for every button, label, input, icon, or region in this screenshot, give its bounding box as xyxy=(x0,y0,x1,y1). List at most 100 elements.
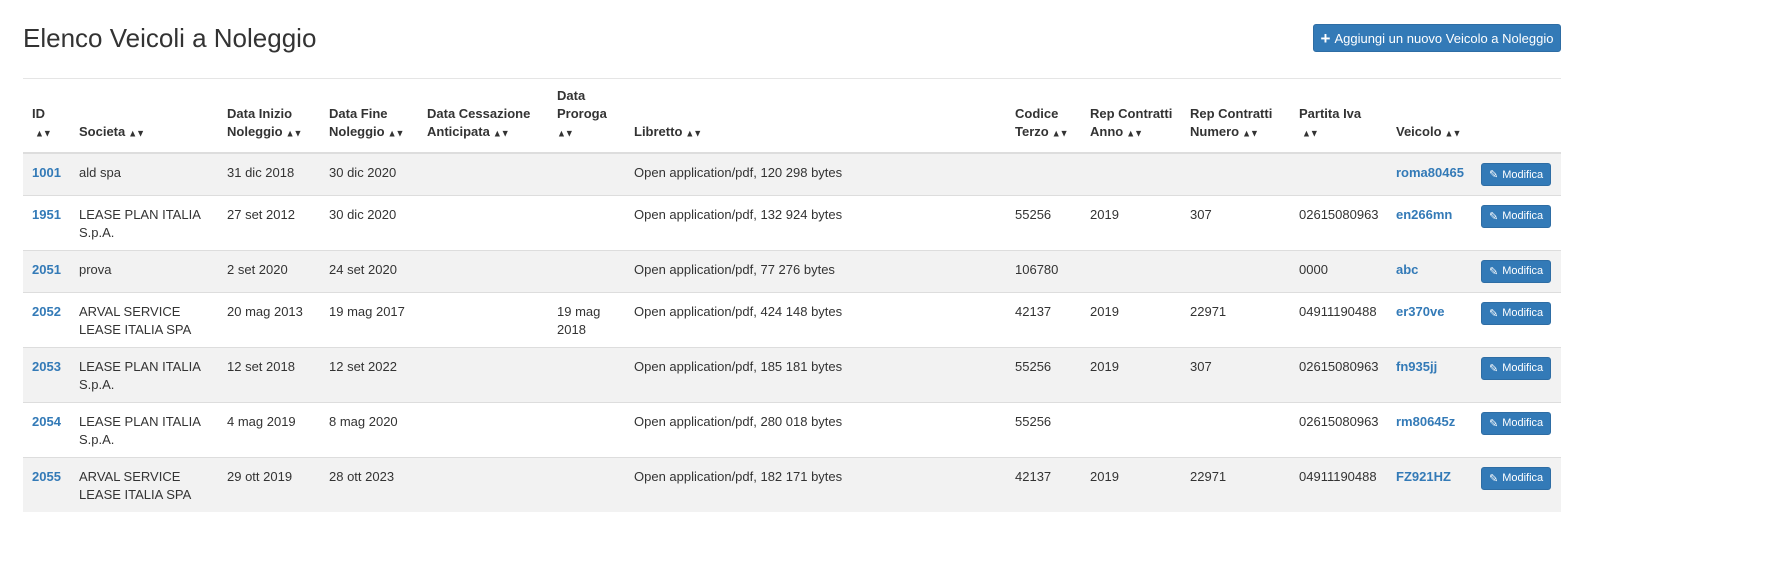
cell-data-proroga xyxy=(548,401,625,457)
edit-button[interactable]: ✎ Modifica xyxy=(1481,259,1552,283)
col-header-partita-iva[interactable]: Partita Iva ▲▼ xyxy=(1290,86,1387,154)
col-header-label: Data Inizio xyxy=(227,106,293,121)
edit-button[interactable]: ✎ Modifica xyxy=(1481,163,1552,186)
cell-veicolo: en266mn xyxy=(1387,194,1472,250)
sort-icon: ▲▼ xyxy=(492,127,510,139)
cell-veicolo: er370ve xyxy=(1387,291,1472,347)
col-header-label: Anticipata xyxy=(427,124,490,139)
societa-text: LEASE ITALIA SPA xyxy=(79,321,192,337)
title-divider xyxy=(23,78,1561,79)
col-header-id[interactable]: ID ▲▼ xyxy=(23,86,70,154)
col-header-label: Rep Contratti xyxy=(1190,106,1273,121)
vehicle-link[interactable]: rm80645z xyxy=(1396,414,1455,429)
table-row: 2051 prova 2 set 2020 24 set 2020 Open appli… xyxy=(23,249,1561,292)
vehicle-link[interactable]: roma80465 xyxy=(1396,165,1464,180)
cell-data-inizio: 31 dic 2018 xyxy=(218,152,320,195)
cell-rep-numero xyxy=(1181,249,1290,292)
cell-data-proroga xyxy=(548,249,625,292)
cell-veicolo: rm80645z xyxy=(1387,401,1472,457)
col-header-data-cessazione[interactable]: Data Cessazione Anticipata ▲▼ xyxy=(418,86,548,154)
record-id-link[interactable]: 2051 xyxy=(32,262,61,277)
edit-button[interactable]: ✎ Modifica xyxy=(1481,411,1552,435)
record-id-link[interactable]: 2053 xyxy=(32,359,61,374)
vehicle-link[interactable]: abc xyxy=(1396,262,1418,277)
col-header-label: Rep Contratti xyxy=(1090,106,1173,121)
vehicle-link[interactable]: en266mn xyxy=(1396,207,1452,222)
cell-data-cessazione xyxy=(418,401,548,457)
cell-actions: ✎ Modifica xyxy=(1472,401,1561,457)
edit-button[interactable]: ✎ Modifica xyxy=(1481,356,1552,380)
cell-data-inizio: 2 set 2020 xyxy=(218,249,320,292)
cell-rep-numero xyxy=(1181,152,1290,195)
vehicle-link[interactable]: er370ve xyxy=(1396,304,1444,319)
cell-data-fine: 30 dic 2020 xyxy=(320,194,418,250)
cell-data-fine: 19 mag 2017 xyxy=(320,291,418,347)
edit-button-label: Modifica xyxy=(1502,265,1544,277)
cell-libretto: Open application/pdf, 424 148 bytes xyxy=(625,291,1006,347)
page: Elenco Veicoli a Noleggio + Aggiungi un … xyxy=(0,0,1783,586)
sort-icon: ▲▼ xyxy=(1242,127,1259,139)
cell-actions: ✎ Modifica xyxy=(1472,194,1561,250)
proroga-text: 2018 xyxy=(557,321,586,337)
cell-libretto: Open application/pdf, 120 298 bytes xyxy=(625,152,1006,195)
edit-button[interactable]: ✎ Modifica xyxy=(1481,466,1552,490)
plus-icon: + xyxy=(1320,28,1331,48)
cell-id: 1001 xyxy=(23,152,70,195)
col-header-veicolo[interactable]: Veicolo ▲▼ xyxy=(1387,86,1472,154)
cell-partita-iva: 04911190488 xyxy=(1290,456,1387,512)
cell-libretto: Open application/pdf, 132 924 bytes xyxy=(625,194,1006,250)
record-id-link[interactable]: 1951 xyxy=(32,207,61,222)
societa-text: ARVAL SERVICE xyxy=(79,303,181,319)
col-header-data-fine[interactable]: Data Fine Noleggio ▲▼ xyxy=(320,86,418,154)
societa-text: LEASE ITALIA SPA xyxy=(79,486,192,502)
cell-data-proroga xyxy=(548,194,625,250)
cell-societa: ald spa xyxy=(70,152,218,195)
col-header-label: Proroga xyxy=(557,106,607,121)
table-row: 1001 ald spa 31 dic 2018 30 dic 2020 Open ap… xyxy=(23,152,1561,195)
cell-data-inizio: 29 ott 2019 xyxy=(218,456,320,512)
cell-data-proroga: 19 mag 2018 xyxy=(548,291,625,347)
cell-veicolo: roma80465 xyxy=(1387,152,1472,195)
cell-data-fine: 28 ott 2023 xyxy=(320,456,418,512)
col-header-codice-terzo[interactable]: Codice Terzo ▲▼ xyxy=(1006,86,1081,154)
cell-codice-terzo: 55256 xyxy=(1006,346,1081,402)
col-header-societa[interactable]: Societa ▲▼ xyxy=(70,86,218,154)
cell-codice-terzo: 42137 xyxy=(1006,456,1081,512)
cell-rep-numero: 22971 xyxy=(1181,291,1290,347)
cell-data-cessazione xyxy=(418,249,548,292)
edit-button[interactable]: ✎ Modifica xyxy=(1481,204,1552,228)
cell-rep-anno: 2019 xyxy=(1081,194,1181,250)
col-header-libretto[interactable]: Libretto ▲▼ xyxy=(625,86,1006,154)
cell-data-proroga xyxy=(548,152,625,195)
vehicle-link[interactable]: fn935jj xyxy=(1396,359,1437,374)
record-id-link[interactable]: 2055 xyxy=(32,469,61,484)
cell-veicolo: abc xyxy=(1387,249,1472,292)
pencil-icon: ✎ xyxy=(1489,265,1499,278)
col-header-rep-numero[interactable]: Rep Contratti Numero ▲▼ xyxy=(1181,86,1290,154)
col-header-data-proroga[interactable]: Data Proroga ▲▼ xyxy=(548,86,625,154)
col-header-rep-anno[interactable]: Rep Contratti Anno ▲▼ xyxy=(1081,86,1181,154)
record-id-link[interactable]: 2052 xyxy=(32,304,61,319)
cell-partita-iva xyxy=(1290,152,1387,195)
societa-text: LEASE PLAN ITALIA xyxy=(79,206,201,222)
record-id-link[interactable]: 2054 xyxy=(32,414,61,429)
cell-veicolo: FZ921HZ xyxy=(1387,456,1472,512)
cell-codice-terzo: 106780 xyxy=(1006,249,1081,292)
cell-actions: ✎ Modifica xyxy=(1472,152,1561,195)
record-id-link[interactable]: 1001 xyxy=(32,165,61,180)
cell-id: 2055 xyxy=(23,456,70,512)
societa-text: prova xyxy=(79,261,112,277)
table-row: 1951 LEASE PLAN ITALIA S.p.A. 27 set 2012 30… xyxy=(23,194,1561,250)
col-header-label: ID xyxy=(32,106,45,121)
col-header-data-inizio[interactable]: Data Inizio Noleggio ▲▼ xyxy=(218,86,320,154)
edit-button-label: Modifica xyxy=(1502,210,1544,222)
cell-data-inizio: 20 mag 2013 xyxy=(218,291,320,347)
vehicle-link[interactable]: FZ921HZ xyxy=(1396,469,1451,484)
table-header-row: ID▲▼ Societa ▲▼ Data Inizio Noleggio ▲▼ Dat… xyxy=(23,86,1561,154)
add-vehicle-button[interactable]: + Aggiungi un nuovo Veicolo a Noleggio xyxy=(1313,24,1561,52)
cell-data-inizio: 27 set 2012 xyxy=(218,194,320,250)
pencil-icon: ✎ xyxy=(1489,417,1499,430)
edit-button-label: Modifica xyxy=(1502,168,1544,181)
col-header-label: Data xyxy=(557,88,586,103)
edit-button[interactable]: ✎ Modifica xyxy=(1481,301,1552,325)
